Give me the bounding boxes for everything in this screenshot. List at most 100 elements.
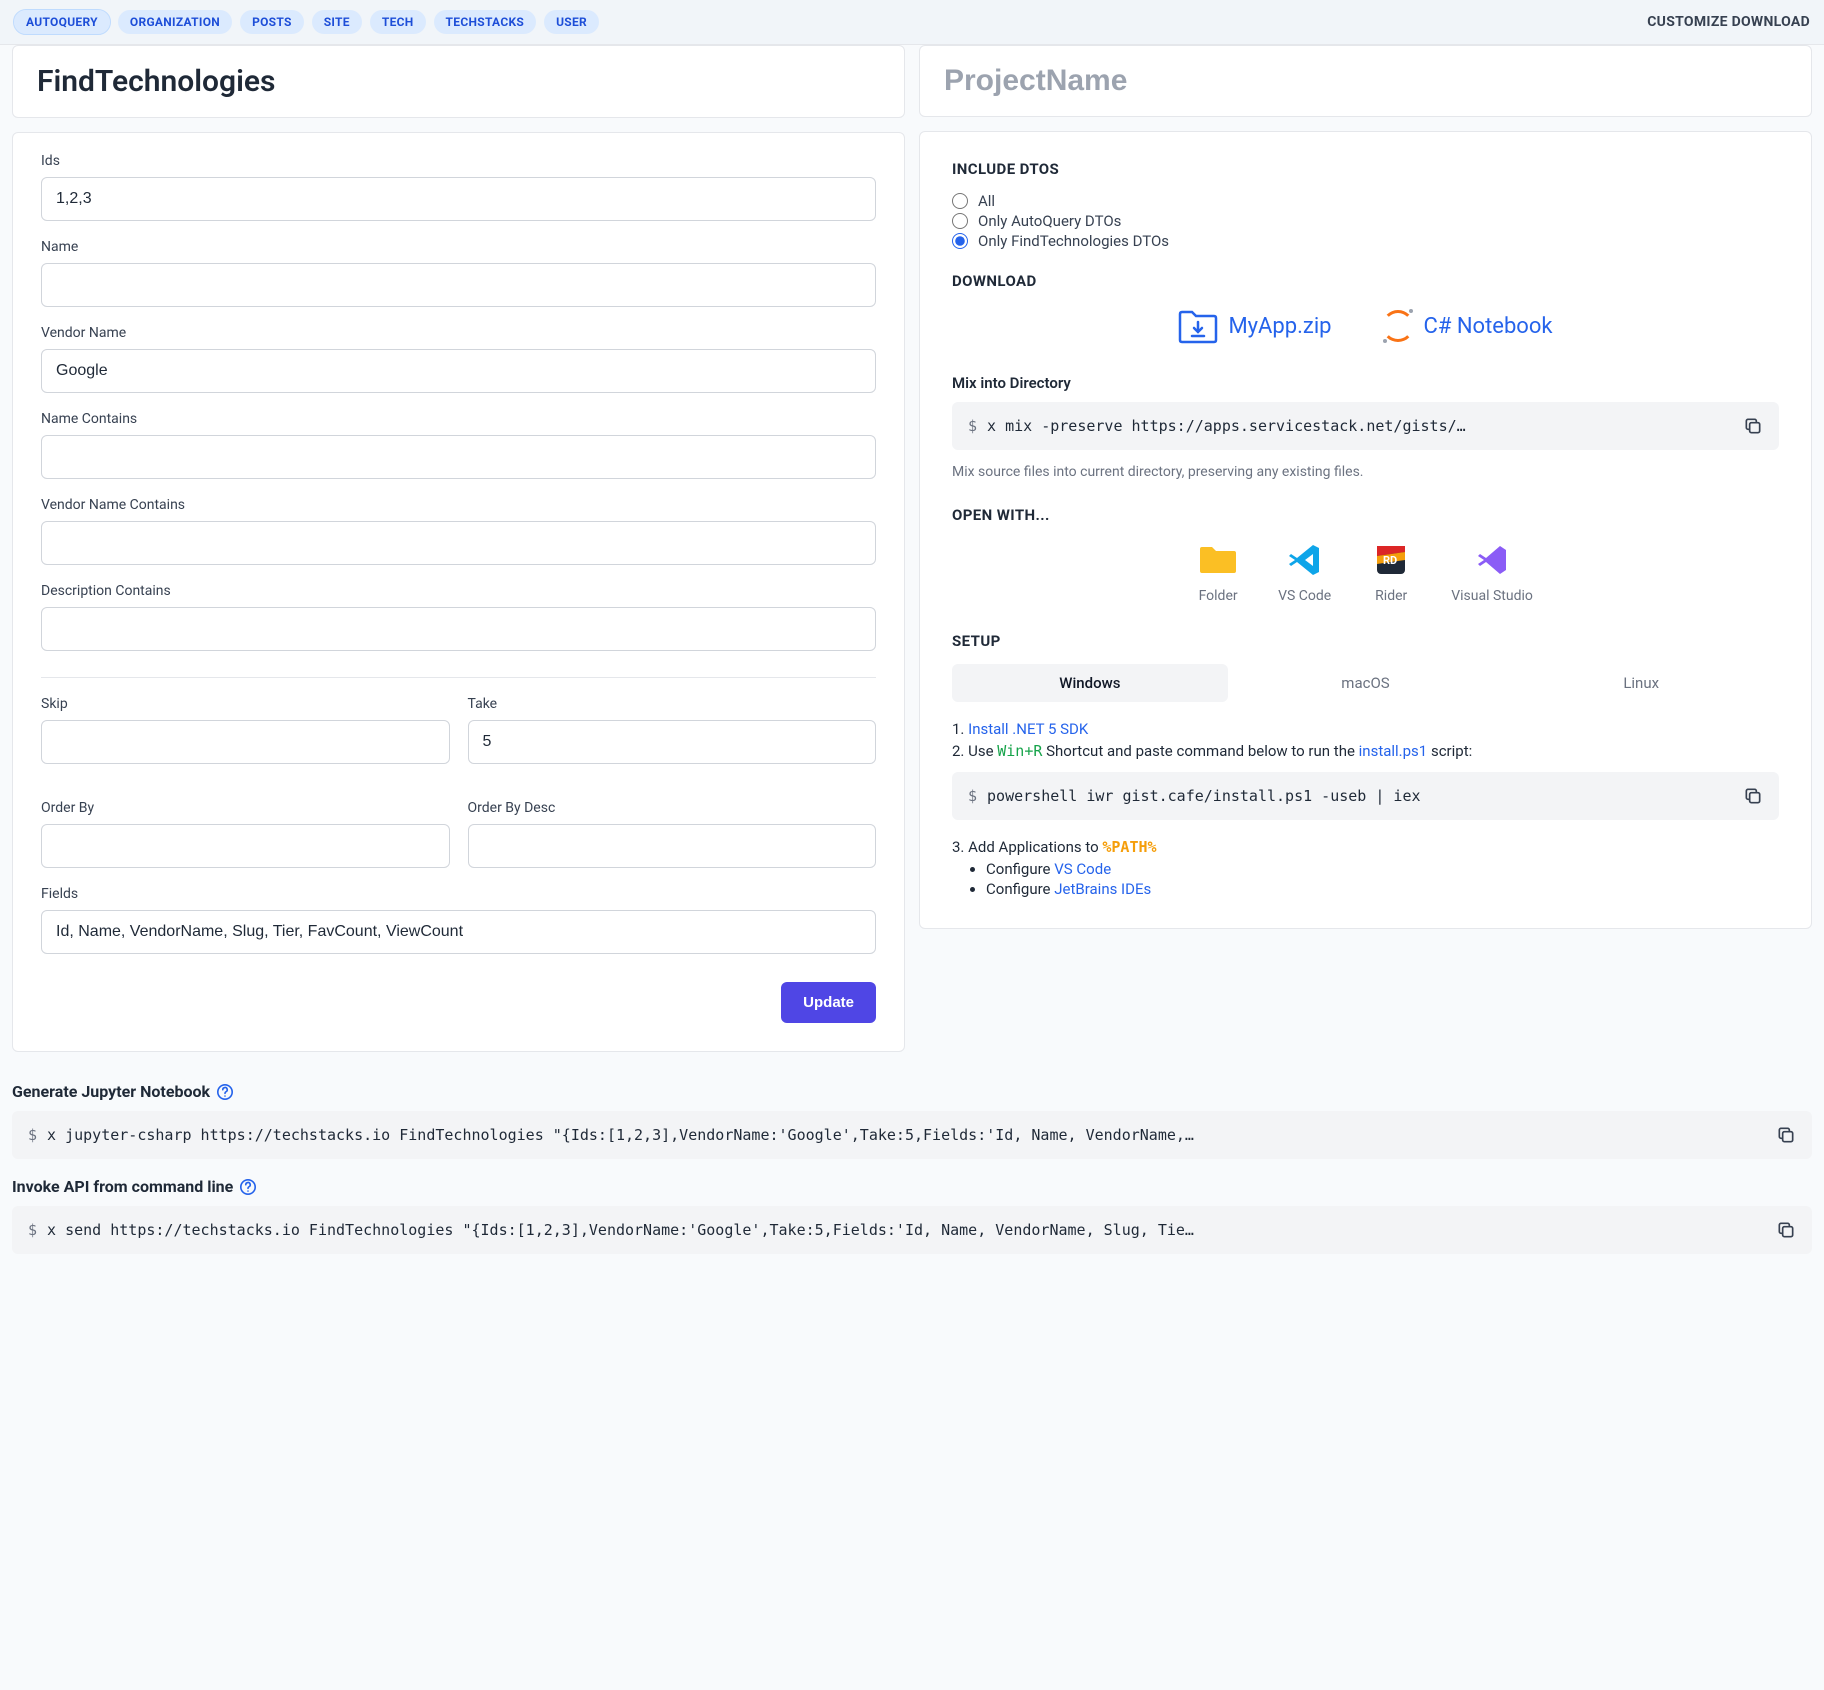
kbd-winr: Win+R [997,742,1042,760]
name-contains-label: Name Contains [41,411,876,427]
setup-step-1: 1. Install .NET 5 SDK [952,720,1779,738]
orderbydesc-label: Order By Desc [468,800,877,816]
rider-icon: RD [1371,540,1411,580]
jupyter-command-text: x jupyter-csharp https://techstacks.io F… [47,1126,1766,1144]
ps-command-text: powershell iwr gist.cafe/install.ps1 -us… [987,787,1733,805]
copy-icon[interactable] [1776,1125,1796,1145]
ps-command-block: $ powershell iwr gist.cafe/install.ps1 -… [952,772,1779,820]
openwith-vs[interactable]: Visual Studio [1451,540,1533,604]
openwith-vs-label: Visual Studio [1451,588,1533,604]
configure-vscode-link[interactable]: VS Code [1054,860,1111,878]
radio-autoquery-row[interactable]: Only AutoQuery DTOs [952,212,1779,230]
fields-input[interactable] [41,910,876,954]
openwith-folder[interactable]: Folder [1198,540,1238,604]
radio-autoquery[interactable] [952,213,968,229]
download-notebook-link[interactable]: C# Notebook [1382,308,1553,344]
description-contains-input[interactable] [41,607,876,651]
tag-posts[interactable]: POSTS [240,10,304,34]
tag-user[interactable]: USER [544,10,599,34]
jupyter-icon [1382,310,1414,342]
configure-jetbrains-item: Configure JetBrains IDEs [986,880,1779,898]
tag-autoquery[interactable]: AUTOQUERY [14,10,110,34]
openwith-rider[interactable]: RD Rider [1371,540,1411,604]
path-env: %PATH% [1102,838,1156,856]
help-icon[interactable] [239,1178,257,1196]
tag-organization[interactable]: ORGANIZATION [118,10,232,34]
customize-download-link[interactable]: CUSTOMIZE DOWNLOAD [1647,14,1810,30]
right-panel: INCLUDE DTOS All Only AutoQuery DTOs Onl… [919,131,1812,929]
copy-icon[interactable] [1743,416,1763,436]
orderby-label: Order By [41,800,450,816]
take-label: Take [468,696,877,712]
skip-input[interactable] [41,720,450,764]
mix-heading: Mix into Directory [952,374,1779,392]
os-tab-macos[interactable]: macOS [1228,664,1504,702]
tag-tech[interactable]: TECH [370,10,426,34]
skip-label: Skip [41,696,450,712]
radio-all-row[interactable]: All [952,192,1779,210]
download-notebook-label: C# Notebook [1424,314,1553,339]
svg-text:RD: RD [1383,554,1397,567]
invoke-command-block: $ x send https://techstacks.io FindTechn… [12,1206,1812,1254]
tag-techstacks[interactable]: TECHSTACKS [434,10,537,34]
prompt-icon: $ [968,787,977,805]
project-name-input[interactable] [944,64,1787,98]
mix-hint: Mix source files into current directory,… [952,464,1779,480]
prompt-icon: $ [968,417,977,435]
title-card: FindTechnologies [12,45,905,118]
openwith-rider-label: Rider [1375,588,1407,604]
radio-all-label: All [978,192,995,210]
openwith-folder-label: Folder [1199,588,1238,604]
download-header: DOWNLOAD [952,272,1779,290]
setup-step-3: 3. Add Applications to %PATH% [952,838,1779,856]
vendor-name-label: Vendor Name [41,325,876,341]
invoke-heading: Invoke API from command line [12,1177,1812,1196]
vscode-icon [1285,540,1325,580]
install-ps1-link[interactable]: install.ps1 [1359,742,1428,760]
openwith-header: OPEN WITH... [952,506,1779,524]
prompt-icon: $ [28,1221,37,1239]
zip-folder-icon [1178,308,1218,344]
vendor-name-contains-input[interactable] [41,521,876,565]
orderbydesc-input[interactable] [468,824,877,868]
description-contains-label: Description Contains [41,583,876,599]
copy-icon[interactable] [1776,1220,1796,1240]
configure-vscode-item: Configure VS Code [986,860,1779,878]
mix-command-block: $ x mix -preserve https://apps.servicest… [952,402,1779,450]
copy-icon[interactable] [1743,786,1763,806]
radio-findtech-label: Only FindTechnologies DTOs [978,232,1169,250]
mix-command-text: x mix -preserve https://apps.servicestac… [987,417,1733,435]
radio-findtech[interactable] [952,233,968,249]
radio-autoquery-label: Only AutoQuery DTOs [978,212,1121,230]
form-card: Ids Name Vendor Name Name Contains Vendo… [12,132,905,1052]
fields-label: Fields [41,886,876,902]
tags-bar: AUTOQUERY ORGANIZATION POSTS SITE TECH T… [0,0,1824,45]
ids-label: Ids [41,153,876,169]
radio-findtech-row[interactable]: Only FindTechnologies DTOs [952,232,1779,250]
name-input[interactable] [41,263,876,307]
openwith-vscode[interactable]: VS Code [1278,540,1331,604]
project-name-card [919,45,1812,117]
update-button[interactable]: Update [781,982,876,1023]
help-icon[interactable] [216,1083,234,1101]
name-contains-input[interactable] [41,435,876,479]
ids-input[interactable] [41,177,876,221]
take-input[interactable] [468,720,877,764]
folder-icon [1198,540,1238,580]
jupyter-heading: Generate Jupyter Notebook [12,1082,1812,1101]
radio-all[interactable] [952,193,968,209]
install-dotnet-link[interactable]: Install .NET 5 SDK [968,720,1088,738]
page-title: FindTechnologies [37,64,880,99]
os-tab-linux[interactable]: Linux [1503,664,1779,702]
name-label: Name [41,239,876,255]
vendor-name-input[interactable] [41,349,876,393]
include-dtos-header: INCLUDE DTOS [952,160,1779,178]
visual-studio-icon [1472,540,1512,580]
setup-step-2: 2. Use Win+R Shortcut and paste command … [952,742,1779,760]
download-zip-link[interactable]: MyApp.zip [1178,308,1331,344]
os-tab-windows[interactable]: Windows [952,664,1228,702]
configure-jetbrains-link[interactable]: JetBrains IDEs [1054,880,1151,898]
prompt-icon: $ [28,1126,37,1144]
tag-site[interactable]: SITE [312,10,362,34]
orderby-input[interactable] [41,824,450,868]
